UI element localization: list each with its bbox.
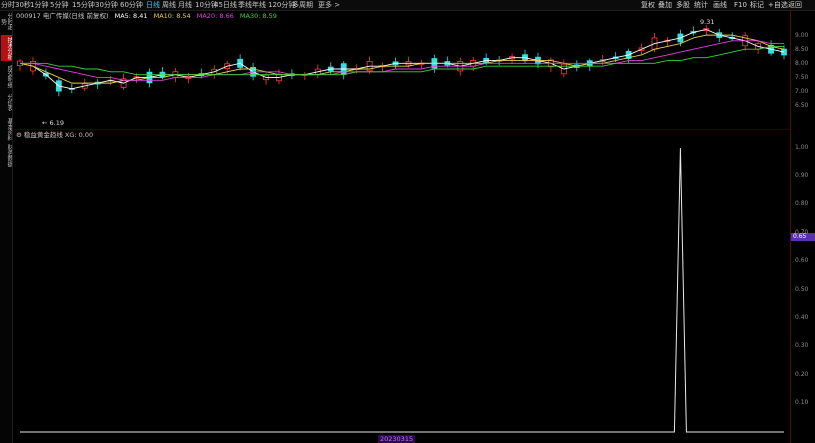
xg-signal-line bbox=[20, 148, 784, 433]
indicator-tick: 1.00 bbox=[795, 143, 809, 151]
period-tab-5[interactable]: 30分钟 bbox=[95, 1, 118, 10]
indicator-tick: 0.80 bbox=[795, 200, 809, 208]
indicator-legend: ⚙ 稳益黄金趋线 XG: 0.00 bbox=[16, 131, 97, 139]
indicator-tick: 0.50 bbox=[795, 285, 809, 293]
toolbar-button-1[interactable]: 叠加 bbox=[658, 1, 672, 10]
price-tick: 7.50 bbox=[795, 73, 809, 81]
stock-title: 000917 电广传媒(日线 前复权) bbox=[16, 12, 109, 20]
price-tick: 6.50 bbox=[795, 102, 809, 110]
period-tab-16[interactable]: 更多 > bbox=[318, 1, 340, 10]
gear-icon[interactable]: ⚙ bbox=[16, 131, 22, 139]
low-price-marker: ← 6.19 bbox=[42, 119, 64, 127]
high-price-marker: 9.31 bbox=[700, 18, 715, 26]
ma-line-ma10 bbox=[19, 34, 785, 84]
price-tick: 9.00 bbox=[795, 31, 809, 39]
period-tab-0[interactable]: 分时 bbox=[1, 1, 15, 10]
period-tab-7[interactable]: 日线 bbox=[146, 1, 160, 10]
indicator-title: 稳益黄金趋线 XG: 0.00 bbox=[23, 131, 94, 139]
toolbar-button-7[interactable]: +自选 bbox=[768, 1, 788, 10]
period-tab-9[interactable]: 月线 bbox=[178, 1, 192, 10]
period-tab-13[interactable]: 年线 bbox=[252, 1, 266, 10]
ma-line-ma30 bbox=[20, 45, 784, 76]
side-tab-bar: 分时走势技术分析成交明细分价表基本资料财务数据 bbox=[0, 11, 13, 443]
main-legend: 000917 电广传媒(日线 前复权) MA5: 8.41 MA10: 8.54… bbox=[16, 12, 281, 20]
ma20-label: MA20: 8.66 bbox=[196, 12, 234, 20]
toolbar-button-5[interactable]: F10 bbox=[734, 1, 747, 10]
period-tab-11[interactable]: 45日线 bbox=[214, 1, 237, 10]
price-axis: 9.00 8.50 8.00 7.50 7.00 6.50 bbox=[790, 11, 815, 129]
indicator-tick: 0.60 bbox=[795, 257, 809, 265]
ma30-label: MA30: 8.59 bbox=[239, 12, 277, 20]
indicator-axis: 0.65 1.00 0.90 0.80 0.70 0.60 0.50 0.40 0.30 0.2… bbox=[790, 129, 815, 443]
toolbar-button-6[interactable]: 标记 bbox=[750, 1, 764, 10]
indicator-tick: 0.10 bbox=[795, 399, 809, 407]
period-tab-8[interactable]: 周线 bbox=[162, 1, 176, 10]
side-tab-4[interactable]: 基本资料 bbox=[1, 117, 12, 141]
indicator-chart[interactable]: ⚙ 稳益黄金趋线 XG: 0.00 20230315 bbox=[14, 129, 790, 443]
toolbar-button-2[interactable]: 多股 bbox=[676, 1, 690, 10]
bottom-date-label: 20230315 bbox=[378, 435, 416, 443]
side-tab-0[interactable]: 分时走势 bbox=[1, 11, 12, 33]
indicator-tick: 0.90 bbox=[795, 172, 809, 180]
ma10-label: MA10: 8.54 bbox=[153, 12, 191, 20]
indicator-tick: 0.30 bbox=[795, 342, 809, 350]
toolbar-button-8[interactable]: 返回 bbox=[788, 1, 802, 10]
kline-chart[interactable]: 000917 电广传媒(日线 前复权) MA5: 8.41 MA10: 8.54… bbox=[14, 11, 790, 129]
period-tab-1[interactable]: 30秒 bbox=[15, 1, 31, 10]
price-tick: 8.00 bbox=[795, 59, 809, 67]
toolbar-button-4[interactable]: 画线 bbox=[713, 1, 727, 10]
indicator-tick: 0.40 bbox=[795, 313, 809, 321]
period-tab-4[interactable]: 15分钟 bbox=[72, 1, 95, 10]
period-tab-15[interactable]: 多周期 bbox=[292, 1, 313, 10]
toolbar-button-0[interactable]: 复权 bbox=[641, 1, 655, 10]
price-tick: 7.00 bbox=[795, 88, 809, 96]
side-tab-5[interactable]: 财务数据 bbox=[1, 143, 12, 167]
period-tab-6[interactable]: 60分钟 bbox=[120, 1, 143, 10]
kline-svg bbox=[17, 25, 787, 97]
side-tab-1[interactable]: 技术分析 bbox=[1, 35, 12, 61]
side-tab-2[interactable]: 成交明细 bbox=[1, 63, 12, 89]
period-tab-2[interactable]: 1分钟 bbox=[30, 1, 48, 10]
period-tab-3[interactable]: 5分钟 bbox=[50, 1, 68, 10]
period-toolbar: 分时 30秒 1分钟 5分钟 15分钟 30分钟 60分钟 日线 周线 月线 10分钟 45日线 季线年… bbox=[0, 0, 815, 11]
indicator-tick: 0.20 bbox=[795, 370, 809, 378]
indicator-svg bbox=[20, 148, 784, 433]
ma5-label: MA5: 8.41 bbox=[114, 12, 148, 20]
period-tab-12[interactable]: 季线 bbox=[238, 1, 252, 10]
toolbar-button-3[interactable]: 统计 bbox=[694, 1, 708, 10]
side-tab-3[interactable]: 分价表 bbox=[1, 91, 12, 115]
price-tick: 8.50 bbox=[795, 45, 809, 53]
indicator-tick: 0.70 bbox=[795, 228, 809, 236]
